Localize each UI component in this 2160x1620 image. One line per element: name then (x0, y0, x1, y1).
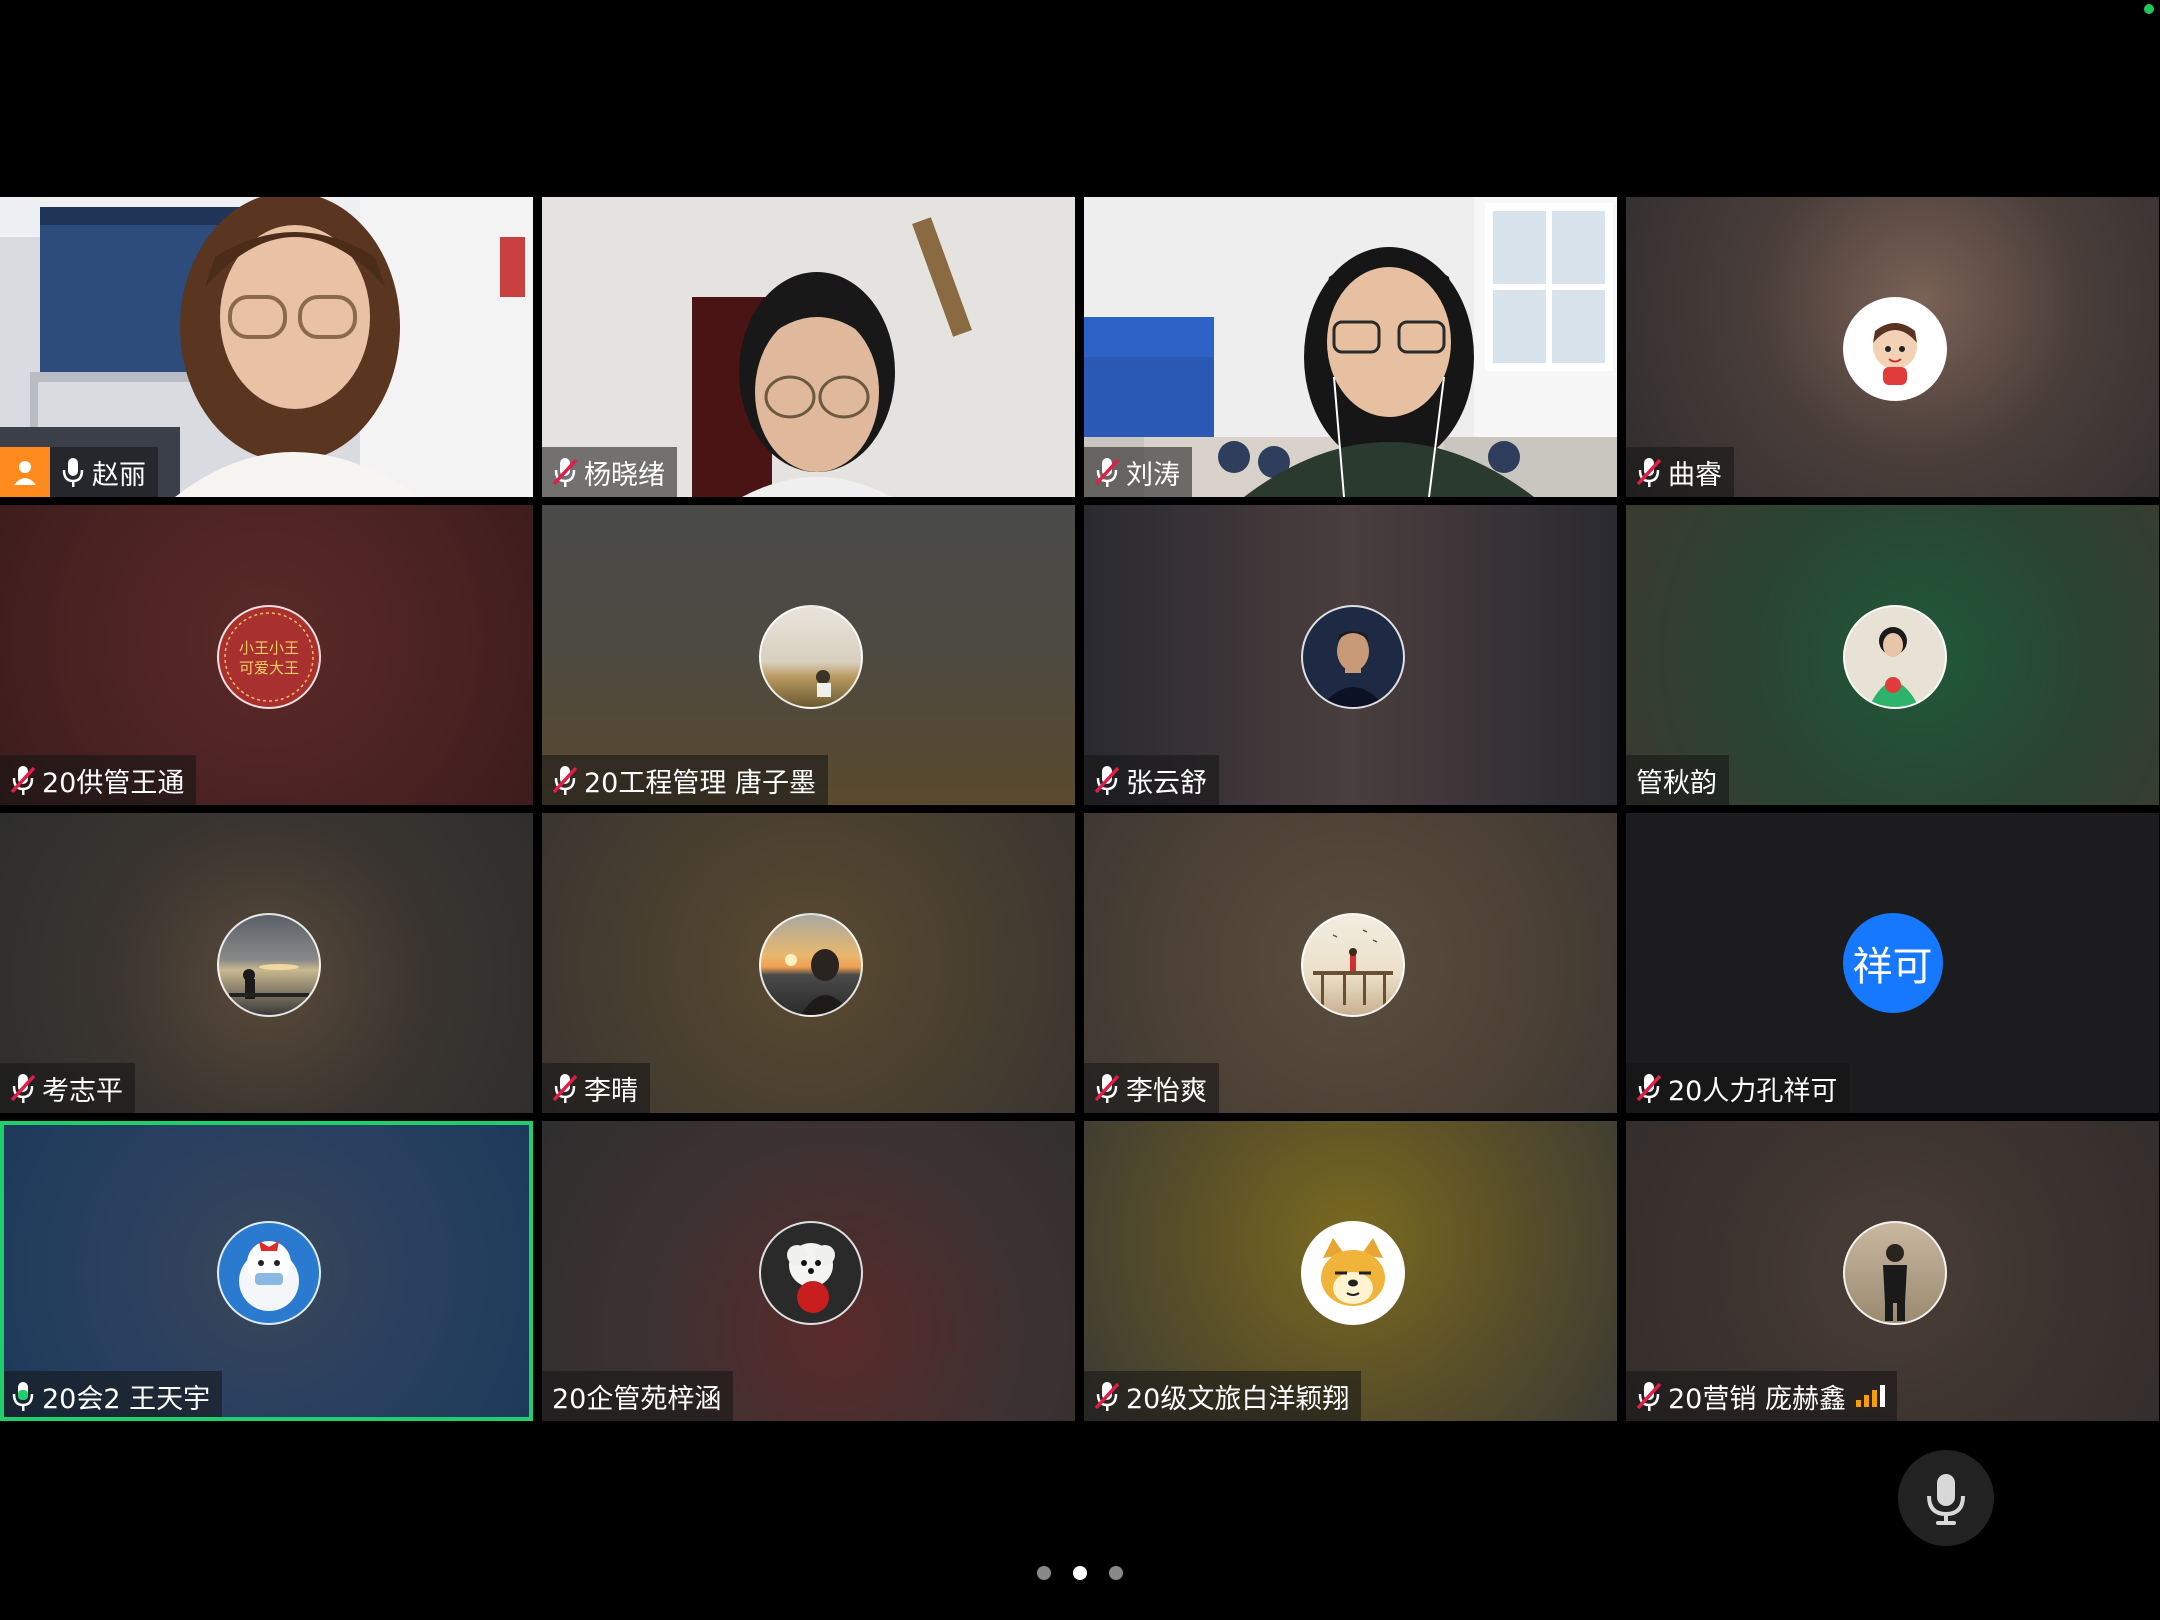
participant-name: 赵丽 (92, 459, 146, 491)
muted-mic-icon (550, 755, 580, 805)
photo-avatar-icon (1842, 1221, 1947, 1325)
participant-name: 曲睿 (1668, 459, 1722, 491)
participant-name: 李晴 (584, 1075, 638, 1107)
microphone-button[interactable] (1898, 1450, 1994, 1546)
participant-tile[interactable]: 小王小王可爱大王 20供管王通 (0, 505, 533, 805)
participant-tile[interactable]: 李晴 (542, 813, 1075, 1113)
muted-mic-icon (1092, 1063, 1122, 1113)
landscape-avatar-icon (758, 605, 863, 709)
page-dot-3[interactable] (1109, 1566, 1123, 1580)
red-seal-avatar-icon: 小王小王 可爱大王 (216, 605, 321, 709)
participant-name: 杨晓绪 (584, 459, 665, 491)
participant-name: 20企管苑梓涵 (552, 1383, 722, 1415)
sunset-avatar-icon (216, 913, 321, 1017)
participant-tile[interactable]: 曲睿 (1626, 197, 2159, 497)
photo-avatar-icon (1300, 605, 1405, 709)
participant-name: 张云舒 (1126, 767, 1207, 799)
participant-tile[interactable]: 20工程管理 唐子墨 (542, 505, 1075, 805)
muted-mic-icon (1092, 447, 1122, 497)
muted-mic-icon (1092, 1371, 1122, 1421)
participant-name-bar: 张云舒 (1084, 755, 1219, 805)
muted-mic-icon (8, 1063, 38, 1113)
cartoon-avatar-icon (1842, 297, 1947, 401)
participant-name-bar: 20人力孔祥可 (1626, 1063, 1850, 1113)
svg-text:小王小王: 小王小王 (238, 639, 298, 657)
participant-name-bar: 考志平 (0, 1063, 135, 1113)
participant-tile[interactable]: 张云舒 (1084, 505, 1617, 805)
participant-tile[interactable]: 20级文旅白洋颖翔 (1084, 1121, 1617, 1421)
muted-mic-icon (1634, 447, 1664, 497)
host-badge (0, 447, 50, 497)
participant-tile[interactable]: 刘涛 (1084, 197, 1617, 497)
participant-name: 20供管王通 (42, 767, 185, 799)
participant-tile[interactable]: 杨晓绪 (542, 197, 1075, 497)
participant-name-bar: 20级文旅白洋颖翔 (1084, 1371, 1362, 1421)
participant-name-bar: 20工程管理 唐子墨 (542, 755, 828, 805)
participant-tile[interactable]: 20企管苑梓涵 (542, 1121, 1075, 1421)
speaking-mic-icon (8, 1371, 38, 1421)
connection-status-dot (2144, 4, 2154, 14)
participant-tile[interactable]: 20营销 庞赫鑫 (1626, 1121, 2159, 1421)
page-dot-2-current[interactable] (1073, 1566, 1087, 1580)
participant-name: 刘涛 (1126, 459, 1180, 491)
mic-icon (58, 447, 88, 497)
participant-name-bar: 管秋韵 (1626, 755, 1729, 805)
participant-grid: 赵丽 杨晓绪 刘涛 曲睿 小王小王 可爱大王 20供管王通 20工程管理 唐子墨… (0, 197, 2160, 1422)
person-icon (14, 461, 36, 485)
participant-name: 20会2 王天宇 (42, 1383, 211, 1415)
participant-tile[interactable]: 管秋韵 (1626, 505, 2159, 805)
snowman-avatar-icon (216, 1221, 321, 1325)
participant-name-bar: 20营销 庞赫鑫 (1626, 1371, 1897, 1421)
page-dot-1[interactable] (1037, 1566, 1051, 1580)
participant-name-bar: 李怡爽 (1084, 1063, 1219, 1113)
pier-avatar-icon (1300, 913, 1405, 1017)
microphone-icon (1927, 1474, 1965, 1525)
participant-name: 20工程管理 唐子墨 (584, 767, 816, 799)
page-indicator (0, 1566, 2160, 1580)
participant-tile[interactable]: 赵丽 (0, 197, 533, 497)
photo-avatar-icon (1842, 605, 1947, 709)
muted-mic-icon (1634, 1371, 1664, 1421)
participant-name-bar: 20会2 王天宇 (0, 1371, 223, 1421)
participant-name: 20营销 庞赫鑫 (1668, 1383, 1846, 1415)
muted-mic-icon (550, 1063, 580, 1113)
muted-mic-icon (8, 755, 38, 805)
doge-avatar-icon (1300, 1221, 1405, 1325)
participant-name-bar: 赵丽 (0, 447, 158, 497)
participant-tile[interactable]: 祥可 20人力孔祥可 (1626, 813, 2159, 1113)
participant-name-bar: 李晴 (542, 1063, 650, 1113)
signal-bars-icon (1855, 1385, 1885, 1407)
participant-name-bar: 杨晓绪 (542, 447, 677, 497)
muted-mic-icon (1092, 755, 1122, 805)
participant-name: 李怡爽 (1126, 1075, 1207, 1107)
text-avatar: 祥可 (1842, 913, 1943, 1013)
muted-mic-icon (550, 447, 580, 497)
svg-text:可爱大王: 可爱大王 (238, 659, 298, 677)
participant-name-bar: 曲睿 (1626, 447, 1734, 497)
participant-name: 20级文旅白洋颖翔 (1126, 1383, 1350, 1415)
sunset-avatar-icon (758, 913, 863, 1017)
participant-name: 管秋韵 (1636, 767, 1717, 799)
participant-name-bar: 20企管苑梓涵 (542, 1371, 734, 1421)
participant-tile-active-speaker[interactable]: 20会2 王天宇 (0, 1121, 533, 1421)
participant-name: 20人力孔祥可 (1668, 1075, 1838, 1107)
participant-tile[interactable]: 考志平 (0, 813, 533, 1113)
participant-tile[interactable]: 李怡爽 (1084, 813, 1617, 1113)
dog-avatar-icon (758, 1221, 863, 1325)
participant-name-bar: 20供管王通 (0, 755, 197, 805)
muted-mic-icon (1634, 1063, 1664, 1113)
participant-name: 考志平 (42, 1075, 123, 1107)
participant-name-bar: 刘涛 (1084, 447, 1192, 497)
